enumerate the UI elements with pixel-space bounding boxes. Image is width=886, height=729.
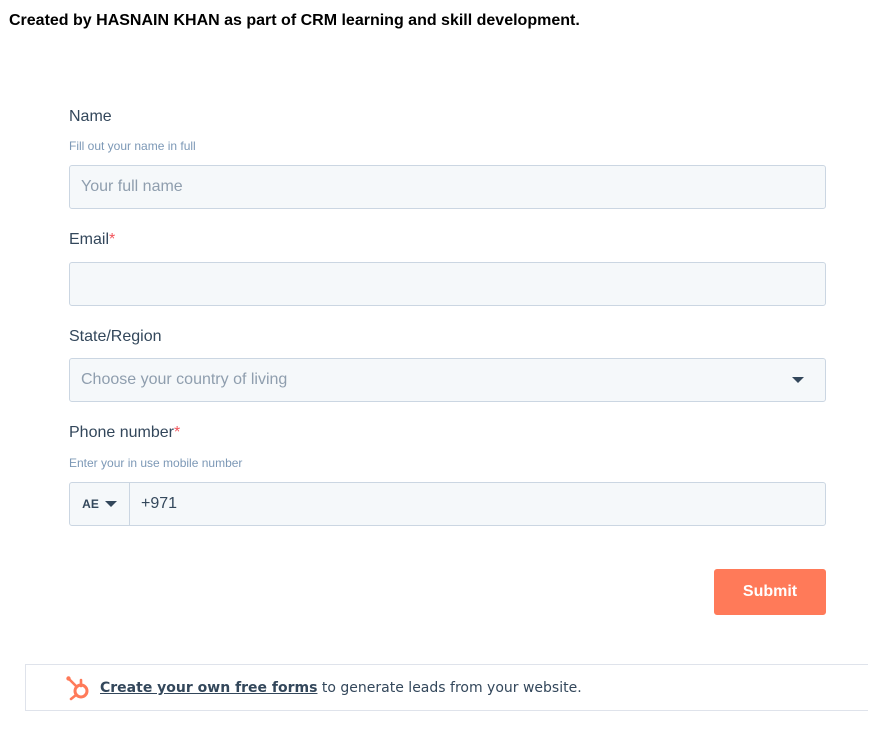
- country-code-label: AE: [82, 497, 99, 511]
- name-help-text: Fill out your name in full: [69, 139, 196, 153]
- phone-input[interactable]: [130, 483, 825, 525]
- name-input[interactable]: [69, 165, 826, 209]
- hubspot-sprocket-icon: [66, 676, 89, 701]
- chevron-down-icon: [792, 377, 804, 383]
- phone-field: AE: [69, 482, 826, 526]
- intro-text: Created by HASNAIN KHAN as part of CRM l…: [9, 12, 580, 29]
- email-label: Email*: [69, 230, 115, 250]
- name-label: Name: [69, 107, 112, 127]
- footer-suffix-text: to generate leads from your website.: [317, 680, 582, 696]
- submit-button[interactable]: Submit: [714, 569, 826, 615]
- email-required-mark: *: [109, 231, 116, 248]
- state-label: State/Region: [69, 327, 162, 347]
- phone-label: Phone number*: [69, 423, 180, 443]
- create-free-forms-link[interactable]: Create your own free forms: [100, 680, 317, 696]
- phone-help-text: Enter your in use mobile number: [69, 456, 243, 470]
- chevron-down-icon: [104, 501, 117, 507]
- email-label-text: Email: [69, 231, 110, 248]
- state-select-placeholder: Choose your country of living: [81, 371, 288, 388]
- footer-text: Create your own free forms to generate l…: [100, 679, 582, 697]
- state-label-text: State/Region: [69, 328, 162, 345]
- state-select[interactable]: Choose your country of living: [69, 358, 826, 402]
- phone-required-mark: *: [173, 424, 181, 441]
- name-label-text: Name: [69, 108, 112, 125]
- email-input[interactable]: [69, 262, 826, 306]
- country-code-select[interactable]: AE: [70, 483, 130, 525]
- footer-banner: Create your own free forms to generate l…: [25, 664, 868, 711]
- phone-label-text: Phone number: [69, 424, 174, 441]
